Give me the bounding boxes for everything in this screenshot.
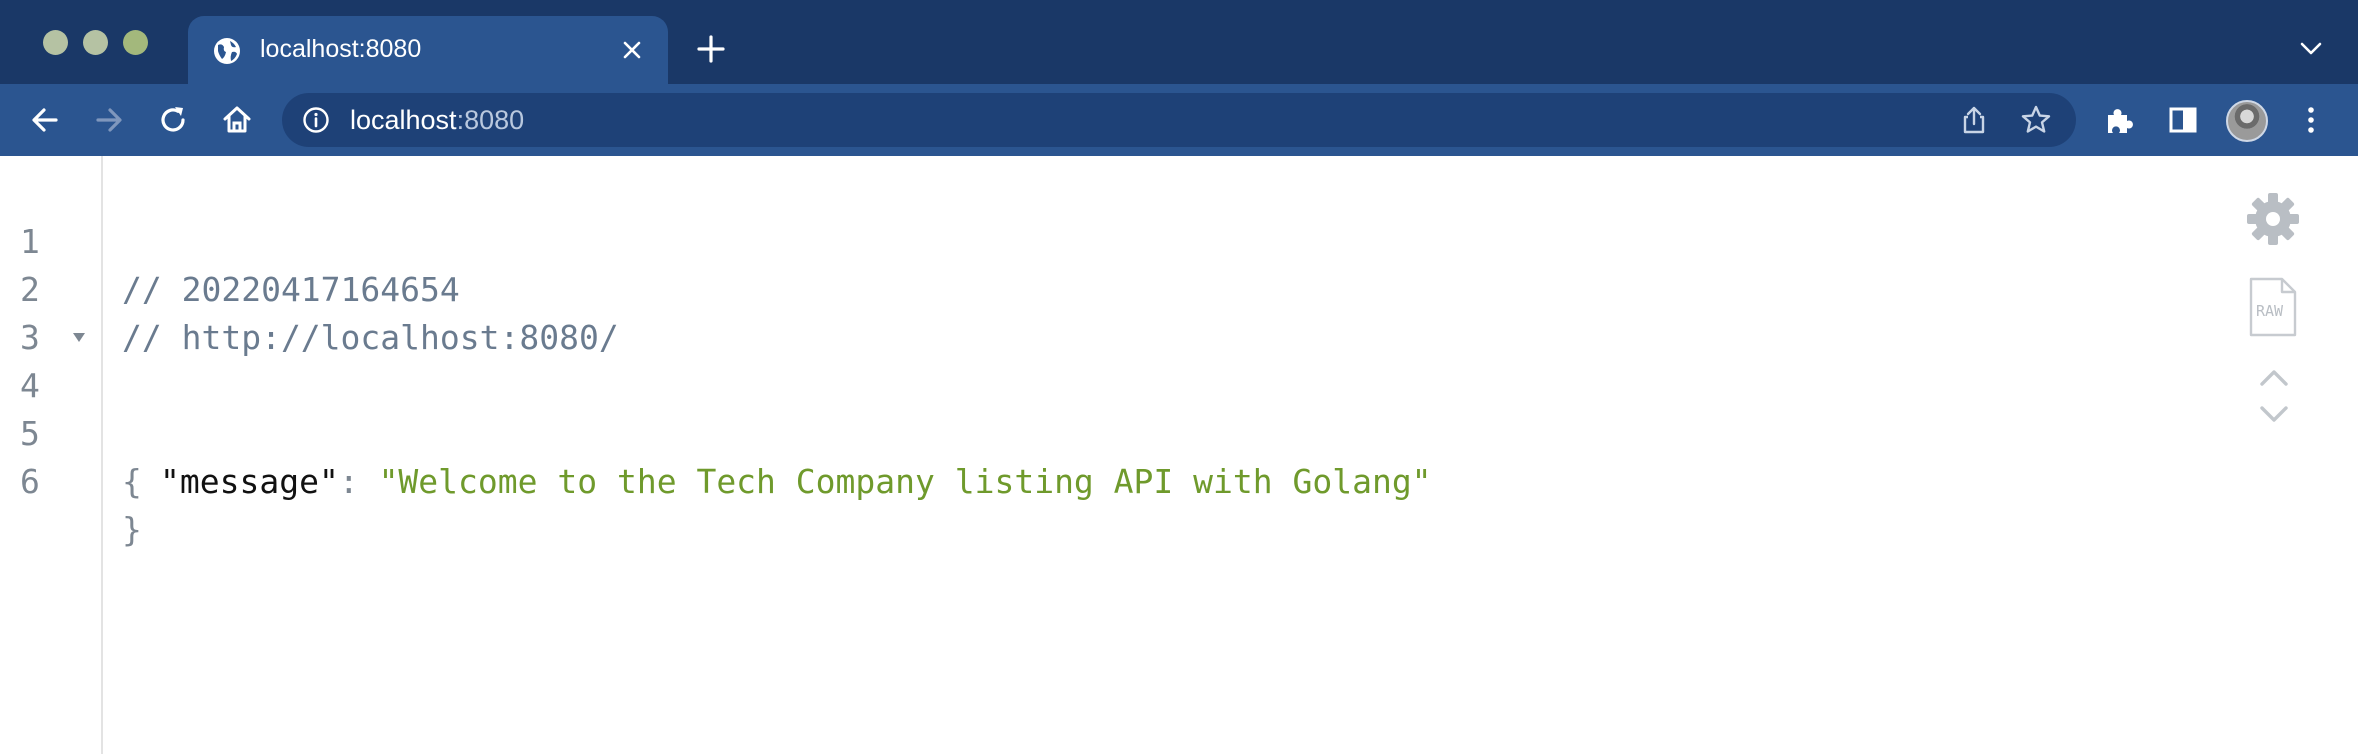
fold-toggle-icon[interactable]: [72, 330, 86, 344]
json-colon: :: [338, 462, 379, 501]
reload-icon[interactable]: [156, 103, 190, 137]
home-icon[interactable]: [220, 103, 254, 137]
code-line-3: 3: [0, 266, 2358, 357]
info-icon[interactable]: [302, 106, 330, 134]
new-tab-icon[interactable]: [696, 34, 726, 64]
code-line-5: 5 "message": "Welcome to the Tech Compan…: [0, 362, 2358, 501]
back-icon[interactable]: [28, 103, 62, 137]
tab-localhost[interactable]: localhost:8080: [188, 16, 668, 84]
maximize-window-button[interactable]: [123, 30, 148, 55]
json-key: "message": [160, 462, 339, 501]
json-viewer: 1 // 20220417164654 2 // http://localhos…: [0, 156, 2358, 754]
code-line-4: 4 {: [0, 314, 2358, 501]
tab-title: localhost:8080: [260, 35, 422, 63]
tab-strip: localhost:8080: [0, 0, 2358, 84]
code-line-6: 6 }: [0, 410, 2358, 549]
share-icon[interactable]: [1958, 104, 1990, 136]
chevron-up-icon[interactable]: [2256, 366, 2292, 390]
chevron-down-icon[interactable]: [2256, 402, 2292, 426]
chevron-down-icon[interactable]: [2298, 38, 2324, 58]
code-line-2: 2 // http://localhost:8080/: [0, 218, 2358, 357]
raw-label: RAW: [2256, 302, 2284, 320]
extensions-puzzle-icon[interactable]: [2102, 103, 2136, 137]
gear-icon[interactable]: [2244, 190, 2302, 248]
side-panel-icon[interactable]: [2166, 103, 2200, 137]
browser-toolbar: localhost:8080: [0, 84, 2358, 156]
close-icon[interactable]: [620, 38, 644, 62]
url-text[interactable]: localhost:8080: [350, 105, 524, 136]
minimize-window-button[interactable]: [83, 30, 108, 55]
line-number: 6: [20, 462, 40, 501]
json-string-value: "Welcome to the Tech Company listing API…: [378, 462, 1432, 501]
more-menu-icon[interactable]: [2294, 103, 2328, 137]
raw-file-icon[interactable]: RAW: [2248, 276, 2298, 338]
address-bar[interactable]: localhost:8080: [282, 93, 2076, 147]
profile-avatar[interactable]: [2226, 100, 2268, 142]
url-host: localhost: [350, 105, 457, 135]
forward-icon[interactable]: [92, 103, 126, 137]
close-window-button[interactable]: [43, 30, 68, 55]
open-brace: {: [122, 462, 142, 501]
bookmark-star-icon[interactable]: [2020, 104, 2052, 136]
json-pair: "message": "Welcome to the Tech Company …: [160, 458, 1432, 506]
code-line-1: 1 // 20220417164654: [0, 170, 2358, 309]
url-port: :8080: [456, 105, 525, 135]
close-brace: }: [122, 510, 142, 549]
globe-icon: [214, 38, 240, 64]
